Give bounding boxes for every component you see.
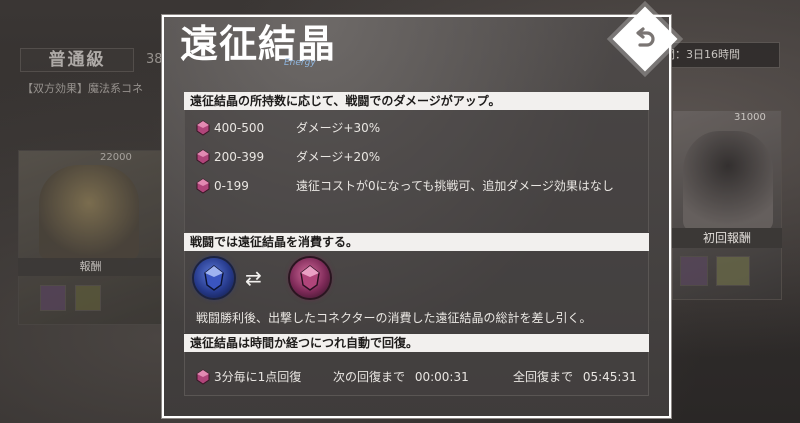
full-recovery: 全回復まで 05:45:31	[513, 369, 637, 385]
rank-value: 38	[146, 52, 163, 67]
crystal-gem-icon	[196, 369, 210, 385]
recovery-rate-text: 3分毎に1点回復	[214, 370, 302, 384]
character-portrait	[683, 131, 773, 231]
consume-description: 戦闘勝利後、出撃したコネクターの消費した遠征結晶の総計を差し引く。	[196, 311, 592, 325]
return-arrow-icon	[636, 27, 655, 47]
tier-range: 200-399	[214, 150, 265, 164]
next-recovery-label: 次の回復まで	[333, 370, 406, 384]
first-reward-label: 初回報酬	[672, 228, 782, 248]
crystal-gem-icon	[196, 149, 210, 165]
effect-text: 【双方効果】魔法系コネ	[22, 82, 143, 95]
crystal-gem-icon	[196, 178, 210, 194]
tier-effect: ダメージ+30%	[296, 121, 381, 135]
reward-item	[680, 256, 708, 286]
tier-effect: ダメージ+20%	[296, 150, 381, 164]
next-recovery: 次の回復まで 00:00:31	[333, 369, 469, 385]
section-header-consume: 戦闘では遠征結晶を消費する。	[184, 233, 649, 251]
full-recovery-label: 全回復まで	[513, 370, 574, 384]
reward-item	[40, 285, 66, 311]
pink-crystal-icon	[290, 258, 330, 298]
return-button[interactable]	[612, 6, 678, 72]
section-header-damage: 遠征結晶の所持数に応じて、戦闘でのダメージがアップ。	[184, 92, 649, 110]
blue-crystal-icon	[194, 258, 234, 298]
character-portrait	[39, 165, 139, 260]
section-header-recovery: 遠征結晶は時間か経つにつれ自動で回復。	[184, 334, 649, 352]
reward-label: 報酬	[18, 258, 163, 276]
next-recovery-time: 00:00:31	[414, 370, 469, 384]
reward-item	[75, 285, 101, 311]
crystal-gem-icon	[196, 120, 210, 136]
stage-cost-right: 31000	[734, 112, 766, 123]
full-recovery-time: 05:45:31	[582, 370, 637, 384]
tier-range: 400-500	[214, 121, 265, 135]
tier-effect: 遠征コストが0になっても挑戦可、追加ダメージ効果はなし	[296, 179, 614, 193]
tier-range: 0-199	[214, 179, 249, 193]
stage-cost-left: 22000	[100, 152, 132, 163]
reward-item	[716, 256, 750, 286]
dialog-subtitle: Energy	[284, 58, 316, 68]
swap-arrows-icon: ⇄	[245, 266, 262, 290]
rank-badge: 普通級	[20, 48, 134, 72]
